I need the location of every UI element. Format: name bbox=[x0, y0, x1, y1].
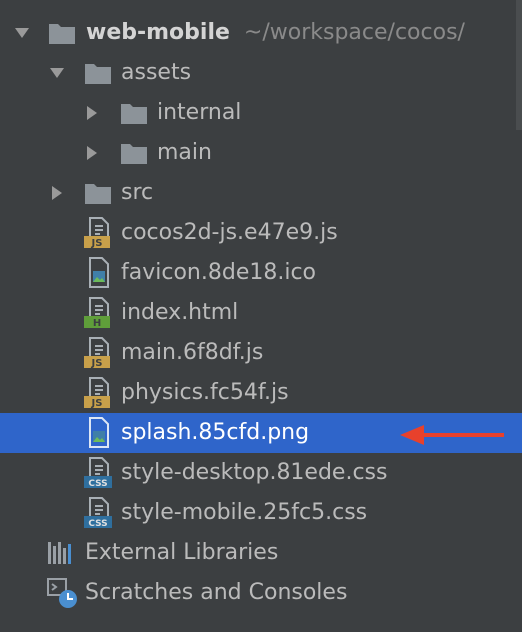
svg-text:CSS: CSS bbox=[88, 519, 107, 529]
file-label: physics.fc54f.js bbox=[121, 380, 289, 405]
folder-label: src bbox=[121, 180, 154, 205]
svg-text:CSS: CSS bbox=[88, 479, 107, 489]
tree-node-file[interactable]: favicon.8de18.ico bbox=[0, 253, 522, 293]
svg-text:H: H bbox=[93, 318, 101, 329]
css-file-icon: CSS bbox=[84, 493, 114, 533]
file-label: favicon.8de18.ico bbox=[121, 260, 317, 285]
project-tree: web-mobile ~/workspace/cocos/ assets inte… bbox=[0, 0, 522, 632]
scratches-clock-icon bbox=[47, 573, 79, 613]
svg-text:JS: JS bbox=[91, 398, 103, 409]
tree-node-file[interactable]: H index.html bbox=[0, 293, 522, 333]
folder-label: main bbox=[157, 140, 212, 165]
folder-label: assets bbox=[121, 60, 192, 85]
tree-node-file[interactable]: JS main.6f8df.js bbox=[0, 333, 522, 373]
file-label: style-mobile.25fc5.css bbox=[121, 500, 368, 525]
scratches-label: Scratches and Consoles bbox=[85, 580, 348, 605]
tree-top-edge bbox=[0, 0, 522, 8]
library-icon bbox=[47, 533, 75, 573]
tree-node-web-mobile[interactable]: web-mobile ~/workspace/cocos/ bbox=[0, 13, 522, 53]
chevron-right-icon[interactable] bbox=[82, 93, 102, 133]
tree-node-file[interactable]: JS cocos2d-js.e47e9.js bbox=[0, 213, 522, 253]
chevron-down-icon[interactable] bbox=[47, 53, 67, 93]
file-label: splash.85cfd.png bbox=[121, 420, 310, 445]
tree-node-src[interactable]: src bbox=[0, 173, 522, 213]
folder-icon bbox=[120, 133, 148, 173]
tree-node-internal[interactable]: internal bbox=[0, 93, 522, 133]
image-file-icon bbox=[84, 253, 114, 293]
tree-node-file[interactable]: JS physics.fc54f.js bbox=[0, 373, 522, 413]
js-file-icon: JS bbox=[84, 333, 114, 373]
file-label: index.html bbox=[121, 300, 239, 325]
external-libraries-label: External Libraries bbox=[85, 540, 279, 565]
chevron-down-icon[interactable] bbox=[12, 13, 32, 53]
chevron-right-icon[interactable] bbox=[47, 173, 67, 213]
tree-node-assets[interactable]: assets bbox=[0, 53, 522, 93]
js-file-icon: JS bbox=[84, 373, 114, 413]
folder-label: internal bbox=[157, 100, 242, 125]
js-file-icon: JS bbox=[84, 213, 114, 253]
tree-node-external-libraries[interactable]: External Libraries bbox=[0, 533, 522, 573]
folder-icon bbox=[84, 53, 112, 93]
file-label: cocos2d-js.e47e9.js bbox=[121, 220, 338, 245]
chevron-right-icon[interactable] bbox=[82, 133, 102, 173]
tree-node-file[interactable]: CSS style-desktop.81ede.css bbox=[0, 453, 522, 493]
tree-node-file[interactable]: CSS style-mobile.25fc5.css bbox=[0, 493, 522, 533]
svg-text:JS: JS bbox=[91, 358, 103, 369]
file-label: main.6f8df.js bbox=[121, 340, 264, 365]
tree-node-scratches[interactable]: Scratches and Consoles bbox=[0, 573, 522, 613]
root-folder-path: ~/workspace/cocos/ bbox=[243, 20, 465, 45]
folder-icon bbox=[84, 173, 112, 213]
folder-icon bbox=[120, 93, 148, 133]
tree-node-main[interactable]: main bbox=[0, 133, 522, 173]
image-file-icon bbox=[84, 413, 114, 453]
folder-icon bbox=[48, 13, 76, 53]
css-file-icon: CSS bbox=[84, 453, 114, 493]
root-folder-name: web-mobile bbox=[86, 20, 230, 45]
html-file-icon: H bbox=[84, 293, 114, 333]
svg-text:JS: JS bbox=[91, 238, 103, 249]
file-label: style-desktop.81ede.css bbox=[121, 460, 388, 485]
annotation-arrow-icon bbox=[400, 425, 504, 445]
